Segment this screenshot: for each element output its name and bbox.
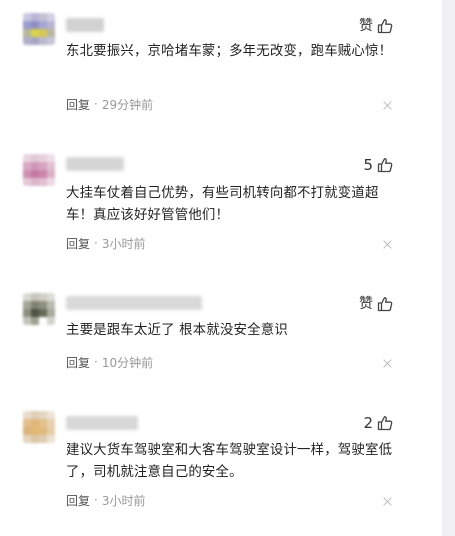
comment-item: 2 建议大货车驾驶室和大客车驾驶室设计一样，驾驶室低了，司机就注意自己的安全。 … bbox=[0, 0, 440, 536]
thumbs-up-icon bbox=[377, 416, 393, 431]
scrollbar-track[interactable] bbox=[442, 0, 455, 536]
separator-dot: · bbox=[94, 493, 98, 507]
comment-text: 建议大货车驾驶室和大客车驾驶室设计一样，驾驶室低了，司机就注意自己的安全。 bbox=[66, 443, 393, 480]
close-icon[interactable] bbox=[383, 497, 392, 506]
reply-button[interactable]: 回复 bbox=[66, 492, 90, 509]
avatar[interactable] bbox=[23, 411, 55, 443]
like-button[interactable]: 2 bbox=[363, 413, 393, 433]
comment-list: 赞 东北要振兴，京哈堵车蒙；多年无改变，跑车贼心惊！ 回复 · 29分钟前 5 … bbox=[0, 0, 455, 536]
comment-meta: 回复 · 3小时前 bbox=[66, 492, 145, 508]
username[interactable] bbox=[66, 416, 138, 430]
like-count: 2 bbox=[363, 414, 373, 432]
comment-time: 3小时前 bbox=[101, 493, 146, 508]
